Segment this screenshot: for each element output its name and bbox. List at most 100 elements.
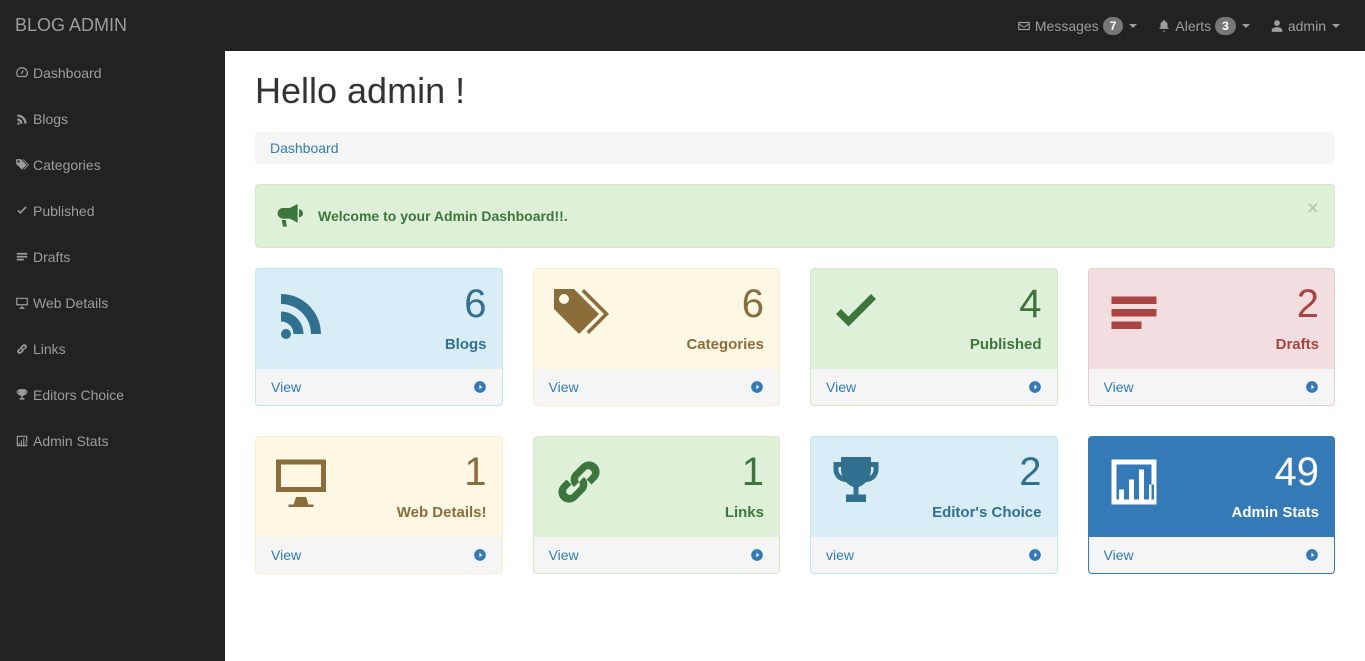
envelope-icon	[1017, 19, 1031, 33]
barchart-icon	[1104, 452, 1164, 512]
card-stats: 6 Blogs	[445, 284, 487, 353]
main-content: Hello admin ! Dashboard Welcome to your …	[225, 50, 1365, 594]
card-label: Web Details!	[397, 504, 487, 521]
card-count: 4	[970, 284, 1042, 324]
card-body: 4 Published	[811, 269, 1057, 369]
card-view-link[interactable]: View	[256, 369, 502, 405]
barchart-icon	[15, 434, 29, 448]
card-view-link[interactable]: View	[534, 369, 780, 405]
arrow-right-icon	[1028, 380, 1042, 394]
card-body: 2 Drafts	[1089, 269, 1335, 369]
sidebar-item-editors-choice[interactable]: Editors Choice	[0, 372, 225, 418]
view-label: view	[826, 547, 854, 563]
card-count: 6	[445, 284, 487, 324]
view-label: View	[1104, 547, 1134, 563]
card-stats: 49 Admin Stats	[1231, 452, 1319, 521]
sidebar-item-label: Web Details	[33, 295, 108, 311]
card-web-details-: 1 Web Details! View	[255, 436, 503, 574]
top-navbar: BLOG ADMIN Messages 7 Alerts 3 admin	[0, 0, 1365, 51]
caret-icon	[1242, 24, 1250, 28]
sidebar-item-label: Links	[33, 341, 66, 357]
arrow-right-icon	[1028, 548, 1042, 562]
messages-label: Messages	[1035, 18, 1099, 34]
user-dropdown[interactable]: admin	[1260, 3, 1350, 49]
sidebar-item-links[interactable]: Links	[0, 326, 225, 372]
check-icon	[826, 284, 886, 344]
card-view-link[interactable]: View	[256, 537, 502, 573]
card-view-link[interactable]: View	[1089, 369, 1335, 405]
card-view-link[interactable]: view	[811, 537, 1057, 573]
arrow-right-icon	[473, 380, 487, 394]
card-label: Admin Stats	[1231, 504, 1319, 521]
breadcrumb: Dashboard	[255, 132, 1335, 164]
rss-icon	[271, 284, 331, 344]
card-admin-stats: 49 Admin Stats View	[1088, 436, 1336, 574]
sidebar-item-dashboard[interactable]: Dashboard	[0, 50, 225, 96]
card-label: Editor's Choice	[932, 504, 1041, 521]
user-icon	[1270, 19, 1284, 33]
card-stats: 1 Links	[725, 452, 764, 521]
card-stats: 1 Web Details!	[397, 452, 487, 521]
card-body: 1 Links	[534, 437, 780, 537]
view-label: View	[271, 379, 301, 395]
card-view-link[interactable]: View	[1089, 537, 1335, 573]
card-drafts: 2 Drafts View	[1088, 268, 1336, 406]
list-icon	[1104, 284, 1164, 344]
brand-link[interactable]: BLOG ADMIN	[15, 0, 127, 51]
card-label: Blogs	[445, 336, 487, 353]
bell-icon	[1157, 19, 1171, 33]
card-published: 4 Published View	[810, 268, 1058, 406]
desktop-icon	[15, 296, 29, 310]
sidebar-item-label: Admin Stats	[33, 433, 108, 449]
arrow-right-icon	[750, 380, 764, 394]
page-title: Hello admin !	[255, 70, 1335, 112]
messages-badge: 7	[1103, 17, 1124, 35]
caret-icon	[1332, 24, 1340, 28]
card-body: 6 Categories	[534, 269, 780, 369]
card-stats: 6 Categories	[686, 284, 764, 353]
card-view-link[interactable]: View	[811, 369, 1057, 405]
card-body: 49 Admin Stats	[1089, 437, 1335, 537]
card-label: Categories	[686, 336, 764, 353]
card-links: 1 Links View	[533, 436, 781, 574]
breadcrumb-link[interactable]: Dashboard	[270, 140, 339, 156]
bullhorn-icon	[271, 200, 303, 232]
arrow-right-icon	[1305, 380, 1319, 394]
card-view-link[interactable]: View	[534, 537, 780, 573]
alerts-dropdown[interactable]: Alerts 3	[1147, 2, 1259, 50]
arrow-right-icon	[750, 548, 764, 562]
sidebar-item-web-details[interactable]: Web Details	[0, 280, 225, 326]
trophy-icon	[15, 388, 29, 402]
trophy-icon	[826, 452, 886, 512]
sidebar-item-admin-stats[interactable]: Admin Stats	[0, 418, 225, 464]
sidebar-item-published[interactable]: Published	[0, 188, 225, 234]
navbar-right: Messages 7 Alerts 3 admin	[1007, 2, 1350, 50]
link-icon	[15, 342, 29, 356]
link-icon	[549, 452, 609, 512]
card-count: 2	[932, 452, 1041, 492]
arrow-right-icon	[473, 548, 487, 562]
sidebar-item-drafts[interactable]: Drafts	[0, 234, 225, 280]
card-body: 1 Web Details!	[256, 437, 502, 537]
alerts-label: Alerts	[1175, 18, 1211, 34]
card-body: 2 Editor's Choice	[811, 437, 1057, 537]
messages-dropdown[interactable]: Messages 7	[1007, 2, 1148, 50]
card-body: 6 Blogs	[256, 269, 502, 369]
check-icon	[15, 204, 29, 218]
welcome-alert: Welcome to your Admin Dashboard!!. ×	[255, 184, 1335, 248]
sidebar: DashboardBlogsCategoriesPublishedDrafts W…	[0, 50, 225, 661]
card-count: 1	[725, 452, 764, 492]
user-label: admin	[1288, 18, 1326, 34]
list-icon	[15, 250, 29, 264]
card-categories: 6 Categories View	[533, 268, 781, 406]
alert-close-button[interactable]: ×	[1307, 197, 1319, 221]
view-label: View	[826, 379, 856, 395]
sidebar-item-blogs[interactable]: Blogs	[0, 96, 225, 142]
sidebar-item-categories[interactable]: Categories	[0, 142, 225, 188]
alerts-badge: 3	[1215, 17, 1236, 35]
card-count: 2	[1276, 284, 1319, 324]
view-label: View	[549, 379, 579, 395]
tags-icon	[15, 158, 29, 172]
view-label: View	[271, 547, 301, 563]
card-stats: 2 Drafts	[1276, 284, 1319, 353]
